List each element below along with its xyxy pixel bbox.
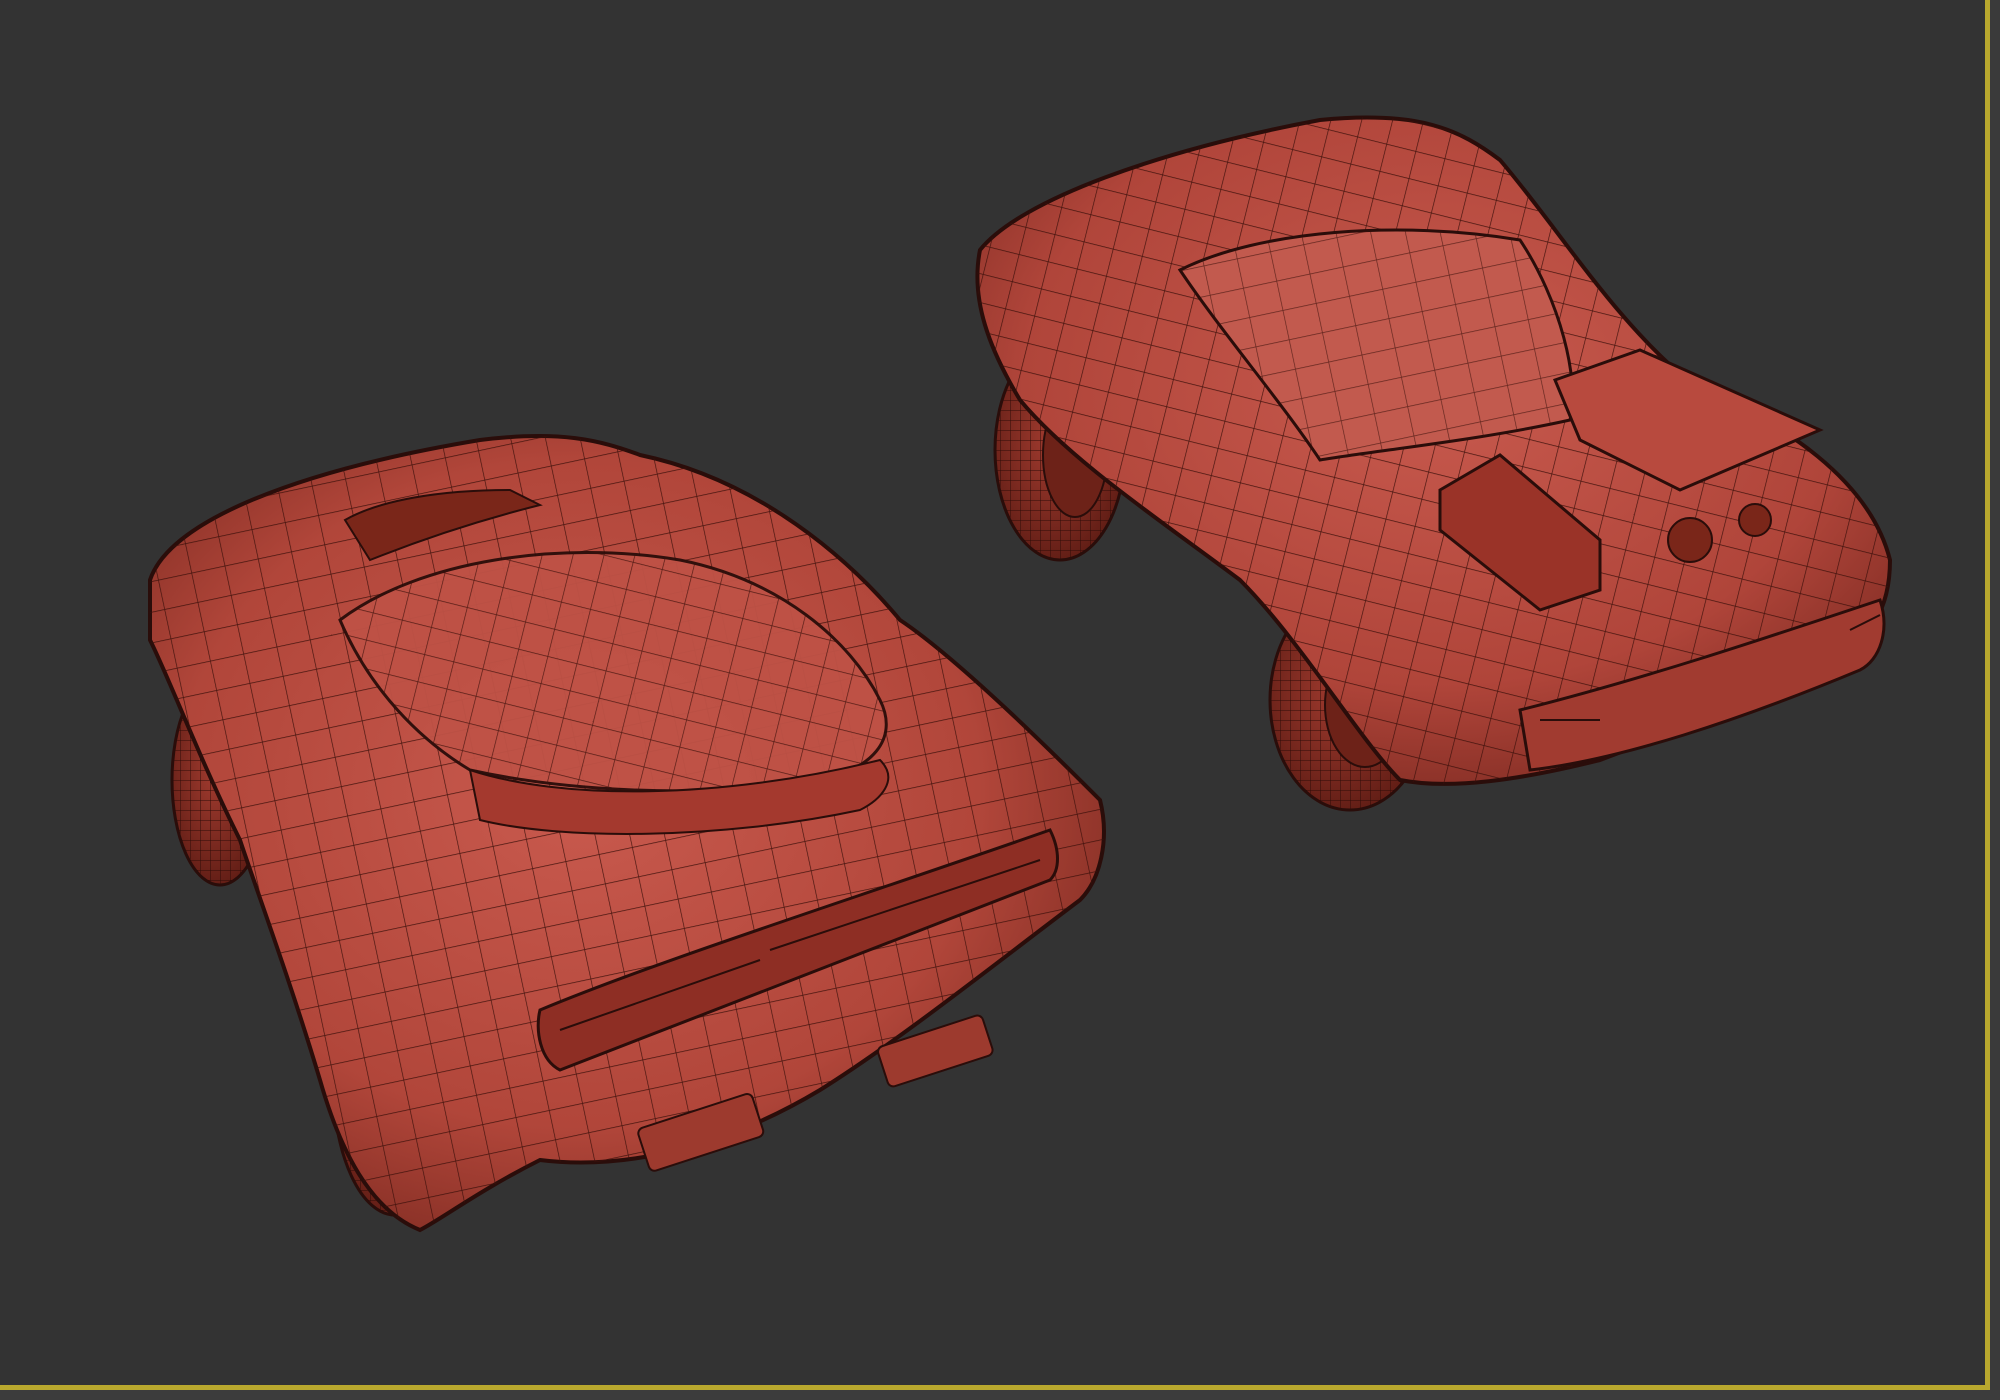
car-model-front-view[interactable]	[975, 115, 1893, 812]
viewport-right-edge	[1990, 0, 2000, 1390]
viewport-scene[interactable]	[0, 0, 1985, 1385]
perspective-viewport[interactable]	[0, 0, 1990, 1390]
car-model-rear-view[interactable]	[148, 434, 1106, 1233]
viewport-bottom-edge	[0, 1390, 2000, 1400]
